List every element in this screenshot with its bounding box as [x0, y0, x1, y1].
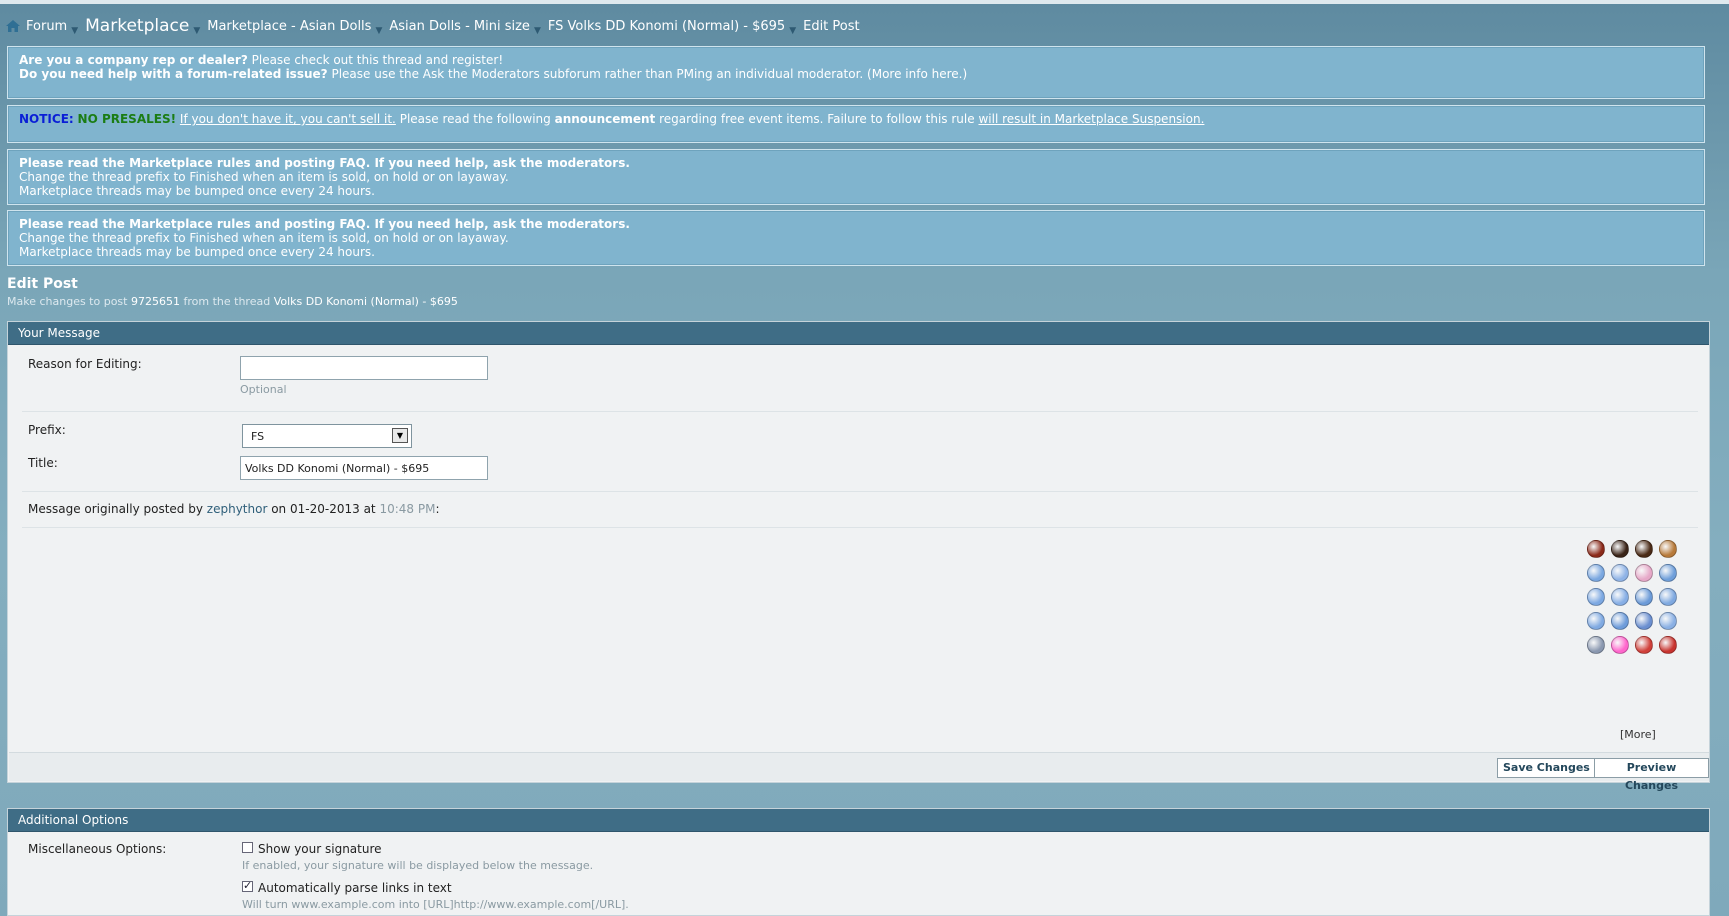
smilie-blue-face-3-icon[interactable]	[1659, 564, 1677, 582]
rules-line: Change the thread prefix to Finished whe…	[19, 231, 509, 245]
smilie-blue-face-9-icon[interactable]	[1611, 612, 1629, 630]
prefix-value: FS	[251, 430, 265, 443]
edit-post-header: Edit Post Make changes to post 9725651 f…	[7, 276, 458, 308]
smilie-chocolate-dipped-icon[interactable]	[1611, 540, 1629, 558]
rules-line: Marketplace threads may be bumped once e…	[19, 184, 375, 198]
divider	[22, 491, 1698, 492]
original-post-info: Message originally posted by zephythor o…	[28, 502, 440, 516]
smilie-blue-face-5-icon[interactable]	[1611, 588, 1629, 606]
smilie-blue-face-1-icon[interactable]	[1587, 564, 1605, 582]
original-post-text: on	[271, 502, 287, 516]
chevron-down-icon[interactable]: ▼	[789, 26, 796, 36]
parse-links-checkbox[interactable]	[242, 879, 253, 892]
dropdown-arrow-icon[interactable]: ▼	[392, 428, 408, 443]
additional-options-panel: Additional Options Miscellaneous Options…	[7, 808, 1710, 916]
smilie-red-face-2-icon[interactable]	[1659, 636, 1677, 654]
breadcrumb-thread[interactable]: FS Volks DD Konomi (Normal) - $695	[548, 19, 785, 34]
post-id: 9725651	[130, 295, 180, 308]
show-signature-label[interactable]: Show your signature	[258, 842, 382, 856]
show-signature-checkbox[interactable]	[242, 842, 253, 853]
save-changes-button[interactable]: Save Changes	[1497, 758, 1596, 778]
misc-options-label: Miscellaneous Options:	[28, 842, 167, 856]
smilies-box	[1585, 538, 1681, 658]
original-author-link[interactable]: zephythor	[207, 502, 268, 516]
reason-input[interactable]	[240, 356, 488, 380]
rules-heading[interactable]: Please read the Marketplace rules and po…	[19, 217, 630, 231]
smilie-blue-face-11-icon[interactable]	[1659, 612, 1677, 630]
breadcrumb: Forum ▼ Marketplace ▼ Marketplace - Asia…	[6, 16, 860, 36]
suspension-link[interactable]: will result in Marketplace Suspension.	[978, 112, 1204, 126]
preview-changes-button[interactable]: Preview Changes	[1594, 758, 1709, 792]
original-post-date: 01-20-2013	[290, 502, 360, 516]
description-text: from the thread	[183, 295, 271, 308]
breadcrumb-forum[interactable]: Forum	[26, 19, 67, 34]
no-presales-label: NO PRESALES!	[77, 112, 177, 126]
page-title: Edit Post	[7, 276, 78, 292]
smilie-grey-face-icon[interactable]	[1587, 636, 1605, 654]
breadcrumb-current: Edit Post	[803, 18, 860, 34]
divider	[22, 527, 1698, 528]
home-icon[interactable]	[6, 20, 20, 32]
divider	[22, 411, 1698, 412]
top-border	[0, 0, 1729, 4]
breadcrumb-marketplace[interactable]: Marketplace	[85, 16, 189, 36]
breadcrumb-mini-size[interactable]: Asian Dolls - Mini size	[389, 19, 530, 34]
title-input[interactable]	[240, 456, 488, 480]
panel-title: Additional Options	[8, 809, 1709, 832]
notice-marketplace-rules: Please read the Marketplace rules and po…	[7, 210, 1705, 266]
original-post-text: at	[363, 502, 376, 516]
smilie-blue-face-7-icon[interactable]	[1659, 588, 1677, 606]
smilie-blue-face-2-icon[interactable]	[1611, 564, 1629, 582]
reason-label: Reason for Editing:	[28, 357, 142, 371]
original-post-text: :	[435, 502, 440, 516]
notice-company-rep: Are you a company rep or dealer? Please …	[7, 46, 1705, 99]
smilie-blue-face-8-icon[interactable]	[1587, 612, 1605, 630]
notice-text: Please read the following	[399, 112, 551, 126]
smilie-red-face-1-icon[interactable]	[1635, 636, 1653, 654]
your-message-panel: Your Message Reason for Editing: Optiona…	[7, 321, 1710, 792]
more-smilies-link[interactable]: [More]	[1620, 728, 1656, 741]
original-post-time: 10:48 PM	[379, 502, 436, 516]
title-label: Title:	[28, 456, 58, 470]
notice-text-bold: Are you a company rep or dealer?	[19, 53, 248, 67]
notice-text: Please check out this thread and registe…	[251, 53, 504, 67]
announcement-link[interactable]: announcement	[555, 112, 656, 126]
prefix-label: Prefix:	[28, 423, 66, 437]
parse-links-hint: Will turn www.example.com into [URL]http…	[242, 898, 629, 911]
smilie-blue-face-4-icon[interactable]	[1587, 588, 1605, 606]
prefix-select[interactable]: FS ▼	[242, 424, 412, 448]
notice-label: NOTICE:	[19, 112, 74, 126]
cant-sell-link[interactable]: If you don't have it, you can't sell it.	[180, 112, 396, 126]
smilie-blue-face-6-icon[interactable]	[1635, 588, 1653, 606]
thread-link[interactable]: Volks DD Konomi (Normal) - $695	[274, 295, 458, 308]
chevron-down-icon[interactable]: ▼	[375, 26, 382, 36]
chevron-down-icon[interactable]: ▼	[534, 26, 541, 36]
notice-text: Please use the Ask the Moderators subfor…	[331, 67, 968, 81]
smilie-pink-face-icon[interactable]	[1635, 564, 1653, 582]
notice-no-presales: NOTICE: NO PRESALES! If you don't have i…	[7, 105, 1705, 143]
chevron-down-icon[interactable]: ▼	[193, 26, 200, 36]
smilie-chocolate-truffle-icon[interactable]	[1635, 540, 1653, 558]
smilie-heart-icon[interactable]	[1611, 636, 1629, 654]
notice-marketplace-rules: Please read the Marketplace rules and po…	[7, 149, 1705, 205]
notice-text-bold: Do you need help with a forum-related is…	[19, 67, 328, 81]
parse-links-label[interactable]: Automatically parse links in text	[258, 881, 452, 895]
button-bar: Save Changes Preview Changes	[9, 752, 1709, 792]
description-text: Make changes to post	[7, 295, 128, 308]
smilie-chocolate-strawberry-icon[interactable]	[1587, 540, 1605, 558]
original-post-text: Message originally posted by	[28, 502, 203, 516]
notice-text: regarding free event items. Failure to f…	[659, 112, 975, 126]
page-description: Make changes to post 9725651 from the th…	[7, 295, 458, 308]
reason-hint: Optional	[240, 383, 287, 396]
breadcrumb-asian-dolls[interactable]: Marketplace - Asian Dolls	[207, 19, 371, 34]
rules-line: Marketplace threads may be bumped once e…	[19, 245, 375, 259]
show-signature-hint: If enabled, your signature will be displ…	[242, 859, 594, 872]
rules-line: Change the thread prefix to Finished whe…	[19, 170, 509, 184]
smilie-blue-face-10-icon[interactable]	[1635, 612, 1653, 630]
chevron-down-icon[interactable]: ▼	[71, 26, 78, 36]
rules-heading[interactable]: Please read the Marketplace rules and po…	[19, 156, 630, 170]
smilie-cream-puff-icon[interactable]	[1659, 540, 1677, 558]
panel-title: Your Message	[8, 322, 1709, 345]
